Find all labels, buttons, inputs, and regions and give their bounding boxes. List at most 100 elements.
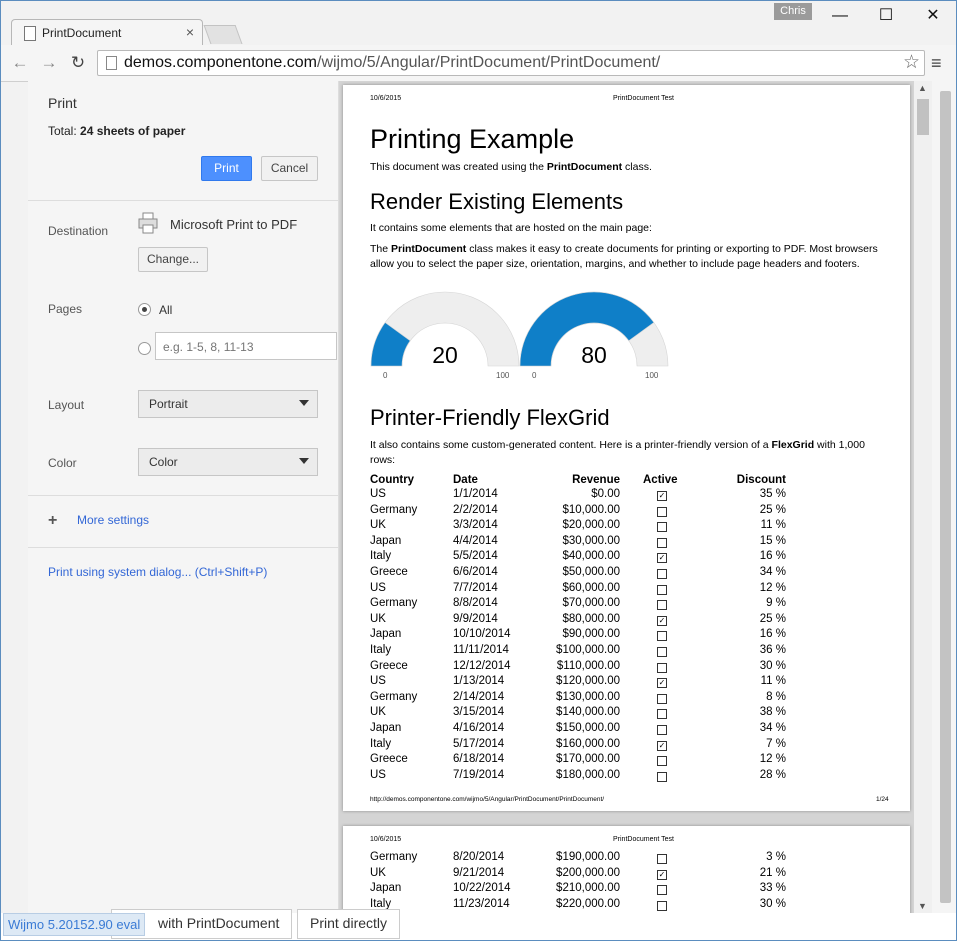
active-checkbox: ✓ — [657, 491, 667, 501]
print-button[interactable]: Print — [201, 156, 252, 181]
scroll-thumb[interactable] — [917, 99, 929, 135]
table-row: Italy 11/11/2014 $100,000.00 36 % — [370, 644, 790, 659]
cell-date: 9/21/2014 — [453, 866, 505, 879]
cancel-button[interactable]: Cancel — [261, 156, 318, 181]
maximize-button[interactable]: ☐ — [863, 1, 909, 31]
gauge-max-label: 100 — [645, 371, 659, 380]
cell-country: Germany — [370, 690, 418, 703]
cell-date: 7/19/2014 — [453, 768, 505, 781]
tab-close-icon[interactable]: × — [186, 24, 194, 40]
column-header-country: Country — [370, 474, 415, 486]
plus-icon[interactable]: + — [48, 512, 57, 530]
cell-revenue: $100,000.00 — [556, 644, 620, 656]
cell-date: 1/13/2014 — [453, 675, 505, 688]
system-dialog-link[interactable]: Print using system dialog... (Ctrl+Shift… — [48, 565, 267, 579]
section-heading-grid: Printer-Friendly FlexGrid — [370, 405, 610, 430]
cell-discount: 21 % — [759, 866, 786, 879]
minimize-button[interactable]: — — [817, 1, 863, 31]
cell-discount: 16 % — [759, 550, 786, 563]
print-heading: Print — [48, 95, 77, 111]
active-checkbox: ✓ — [657, 678, 667, 689]
active-checkbox — [657, 725, 667, 735]
change-destination-button[interactable]: Change... — [138, 247, 208, 272]
cell-country: Italy — [370, 550, 392, 563]
intro-bold: PrintDocument — [546, 161, 623, 173]
browser-tab[interactable]: PrintDocument × — [11, 19, 203, 46]
page-scrollbar[interactable] — [932, 81, 956, 913]
pages-custom-radio[interactable] — [138, 342, 151, 355]
more-settings-link[interactable]: More settings — [77, 513, 149, 527]
cell-discount: 38 % — [759, 706, 786, 719]
gauge-value: 80 — [581, 342, 607, 368]
status-bar: with PrintDocument Print directly Wijmo … — [1, 909, 956, 940]
pages-all-label: All — [159, 303, 173, 317]
cell-revenue: $60,000.00 — [562, 581, 620, 594]
cell-date: 7/7/2014 — [453, 581, 498, 594]
cell-discount: 3 % — [766, 851, 786, 863]
cell-discount: 30 % — [759, 659, 786, 672]
active-checkbox — [657, 854, 667, 864]
page-header-title: PrintDocument Test — [613, 95, 674, 102]
cell-date: 10/22/2014 — [453, 882, 511, 895]
table-row: UK 9/9/2014 $80,000.00 ✓ 25 % — [370, 613, 790, 628]
user-profile-badge[interactable]: Chris — [774, 3, 812, 20]
page-footer-url: http://demos.componentone.com/wijmo/5/An… — [370, 796, 605, 803]
url-text[interactable]: demos.componentone.com/wijmo/5/Angular/P… — [124, 54, 660, 72]
tab-title: PrintDocument — [42, 26, 122, 40]
back-icon[interactable]: ← — [9, 53, 31, 73]
pages-range-input[interactable] — [161, 335, 333, 359]
cell-discount: 12 % — [759, 753, 786, 766]
cell-revenue: $0.00 — [591, 488, 620, 500]
forward-icon[interactable]: → — [38, 53, 60, 73]
reload-icon[interactable]: ↻ — [67, 53, 89, 73]
cell-discount: 8 % — [766, 690, 786, 703]
page-scroll-thumb[interactable] — [940, 91, 951, 903]
column-header-revenue: Revenue — [572, 474, 620, 486]
active-checkbox: ✓ — [657, 869, 667, 880]
active-checkbox — [657, 771, 667, 782]
cell-discount: 33 % — [759, 882, 786, 895]
cell-date: 12/12/2014 — [453, 659, 511, 672]
active-checkbox — [657, 885, 667, 896]
divider — [28, 200, 338, 201]
color-select[interactable]: Color — [138, 448, 318, 476]
chevron-down-icon — [299, 400, 309, 406]
color-label: Color — [48, 456, 77, 470]
page-header-date: 10/6/2015 — [370, 836, 402, 843]
cell-country: UK — [370, 519, 386, 532]
cell-date: 8/20/2014 — [453, 851, 505, 863]
cell-date: 8/8/2014 — [453, 597, 498, 610]
section-heading-render: Render Existing Elements — [370, 189, 624, 214]
table-row: UK 3/15/2014 $140,000.00 38 % — [370, 706, 790, 721]
close-window-button[interactable]: ✕ — [910, 1, 956, 31]
cell-revenue: $20,000.00 — [562, 519, 620, 532]
scroll-up-icon[interactable]: ▲ — [918, 83, 927, 93]
pages-range-field[interactable] — [155, 332, 337, 360]
page-footer-number: 1/24 — [876, 796, 889, 803]
address-bar[interactable]: demos.componentone.com/wijmo/5/Angular/P… — [97, 50, 925, 76]
table-row: Italy 5/17/2014 $160,000.00 ✓ 7 % — [370, 738, 790, 753]
cell-country: US — [370, 768, 386, 781]
cell-country: US — [370, 675, 386, 688]
cell-revenue: $110,000.00 — [556, 659, 620, 672]
cell-country: US — [370, 581, 386, 594]
table-row: Japan 4/16/2014 $150,000.00 34 % — [370, 722, 790, 737]
menu-icon[interactable]: ≡ — [931, 53, 942, 74]
title-bar: PrintDocument × Chris — ☐ ✕ — [1, 1, 956, 46]
pages-all-radio[interactable] — [138, 303, 151, 316]
table-row: Germany 2/2/2014 $10,000.00 25 % — [370, 504, 790, 519]
pages-label: Pages — [48, 302, 83, 316]
table-row: US 7/19/2014 $180,000.00 28 % — [370, 769, 790, 784]
layout-value: Portrait — [149, 397, 188, 411]
preview-scrollbar[interactable]: ▲ ▼ — [914, 81, 932, 913]
url-path: /wijmo/5/Angular/PrintDocument/PrintDocu… — [317, 54, 661, 71]
table-row: US 1/13/2014 $120,000.00 ✓ 11 % — [370, 675, 790, 690]
table-row: US 1/1/2014 $0.00 ✓ 35 % — [370, 488, 790, 503]
new-tab-button[interactable] — [203, 25, 243, 44]
cell-revenue: $70,000.00 — [562, 597, 620, 610]
scroll-down-icon[interactable]: ▼ — [918, 901, 927, 911]
print-directly-button[interactable]: Print directly — [297, 909, 401, 939]
bookmark-star-icon[interactable]: ☆ — [903, 51, 920, 74]
layout-select[interactable]: Portrait — [138, 390, 318, 418]
grid-header-row: Country Date Revenue Active Discount — [370, 474, 790, 489]
